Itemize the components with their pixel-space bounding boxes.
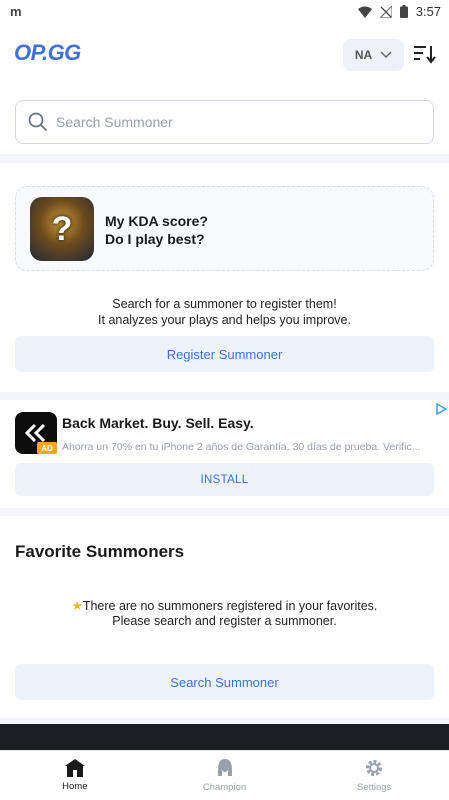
status-bar: m 3:57 [0,0,449,24]
kda-promo-section: ? My KDA score? Do I play best? Search f… [0,163,449,392]
nav-home[interactable]: Home [0,751,150,800]
ad-banner[interactable]: AD Back Market. Buy. Sell. Easy. Ahorra … [0,400,449,508]
search-icon [28,112,48,132]
clock: 3:57 [415,4,441,19]
nav-champion[interactable]: Champion [150,751,300,800]
kda-promo-text: My KDA score? Do I play best? [105,212,208,248]
ad-choices-icon[interactable] [435,403,447,415]
no-signal-icon [379,5,392,18]
nav-settings[interactable]: Settings [299,751,449,800]
kda-promo-card: ? My KDA score? Do I play best? [15,186,434,271]
battery-icon [399,5,408,18]
sort-icon[interactable] [412,42,436,66]
bottom-navigation: Home Champion Settings [0,750,449,800]
home-icon [64,759,85,777]
region-label: NA [354,48,373,62]
gear-icon [366,760,383,776]
search-placeholder: Search Summoner [56,114,173,130]
status-icons: 3:57 [357,4,441,19]
chevron-down-icon [380,51,392,59]
install-button[interactable]: INSTALL [15,463,434,496]
register-summoner-button[interactable]: Register Summoner [15,336,434,372]
nav-home-label: Home [62,781,88,792]
wifi-icon [357,6,372,18]
empty-line-2: Please search and register a summoner. [112,614,337,628]
question-mark-glyph: ? [51,209,73,248]
favorite-summoners-section: Favorite Summoners ★There are no summone… [0,516,449,718]
search-input[interactable]: Search Summoner [15,100,434,144]
app-notification-icon: m [10,4,22,19]
kda-description: Search for a summoner to register them! … [0,296,449,328]
opgg-logo: OP.GG [14,40,81,65]
favorites-empty-message: ★There are no summoners registered in yo… [0,599,449,629]
dark-footer-band [0,724,449,750]
star-icon: ★ [71,599,83,613]
ad-title: Back Market. Buy. Sell. Easy. [62,415,254,431]
ad-badge: AD [37,442,57,454]
search-summoner-button[interactable]: Search Summoner [15,664,434,700]
kda-desc-line-2: It analyzes your plays and helps you imp… [98,313,351,327]
nav-champion-label: Champion [202,782,247,793]
kda-desc-line-1: Search for a summoner to register them! [112,297,337,311]
kda-line-2: Do I play best? [105,231,205,247]
kda-line-1: My KDA score? [105,213,208,229]
favorites-title: Favorite Summoners [15,542,185,561]
ad-body: Ahorra un 70% en tu iPhone 2 años de Gar… [62,441,421,453]
search-section: Search Summoner [0,88,449,154]
mystery-champion-avatar: ? [30,197,94,261]
champion-icon [217,759,232,776]
app-header: OP.GG NA [0,24,449,88]
region-select[interactable]: NA [343,39,404,71]
empty-line-1: There are no summoners registered in you… [82,599,378,613]
nav-settings-label: Settings [357,782,392,793]
double-chevron-left-icon [24,423,46,443]
